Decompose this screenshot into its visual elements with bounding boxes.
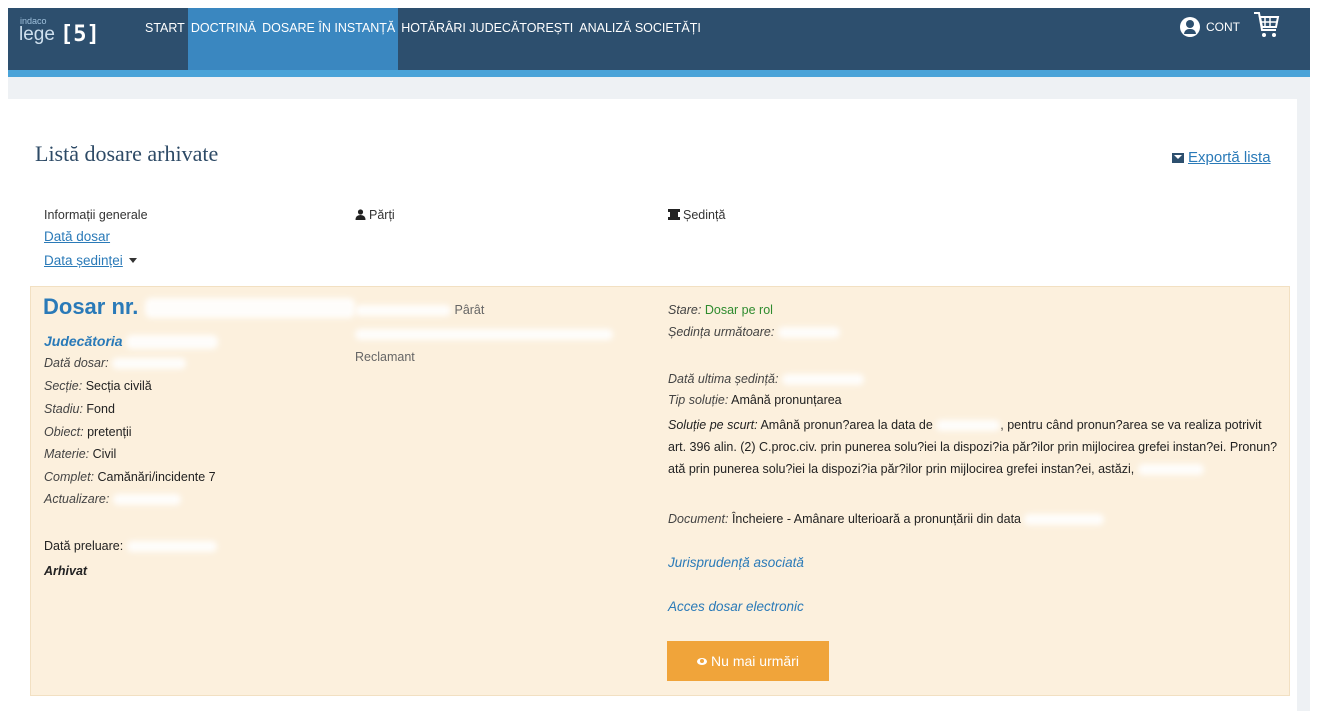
document-label: Document:	[668, 512, 729, 526]
redacted-party-name	[355, 329, 613, 341]
redacted-date	[1137, 464, 1204, 476]
logo-word: lege	[19, 24, 55, 45]
grey-side-band	[1297, 99, 1310, 711]
party-reclamant-name	[355, 327, 613, 341]
field-tip-solutie: Tip soluție: Amână pronunțarea	[668, 393, 842, 407]
logo-number: [5]	[60, 22, 100, 47]
column-parti: Părți	[355, 208, 395, 222]
acces-dosar-link[interactable]: Acces dosar electronic	[668, 599, 804, 614]
field-sedinta-urmatoare: Ședința următoare:	[668, 325, 840, 339]
court-icon	[668, 209, 680, 220]
field-materie: Materie: Civil	[44, 447, 116, 461]
court-prefix: Judecătoria	[44, 333, 123, 349]
redacted-date	[126, 541, 217, 553]
main-nav: START DOCTRINĂ DOSARE ÎN INSTANȚĂ HOTĂRÂ…	[142, 8, 704, 70]
nav-start[interactable]: START	[142, 8, 188, 70]
field-stadiu: Stadiu: Fond	[44, 402, 115, 416]
redacted-date	[112, 358, 187, 370]
redacted-dosar-number	[144, 298, 355, 319]
dosar-title-prefix: Dosar nr.	[43, 294, 139, 319]
unfollow-button[interactable]: Nu mai urmări	[667, 641, 829, 681]
party-parat: Pârât	[355, 303, 484, 317]
redacted-date	[112, 494, 181, 506]
field-sectie: Secție: Secția civilă	[44, 379, 152, 393]
solutie-paragraph: Soluție pe scurt: Amână pronun?area la d…	[668, 414, 1278, 480]
field-data-preluare: Dată preluare:	[44, 539, 217, 553]
field-actualizare: Actualizare:	[44, 492, 181, 506]
dosar-title[interactable]: Dosar nr.	[43, 294, 355, 320]
top-navbar: indaco lege [5] START DOCTRINĂ DOSARE ÎN…	[8, 8, 1310, 70]
party-parat-role: Pârât	[454, 303, 485, 317]
person-icon	[355, 209, 366, 220]
column-sedinta-label: Ședință	[683, 208, 726, 222]
party-reclamant-role: Reclamant	[355, 350, 415, 364]
sectie-label: Secție:	[44, 379, 83, 393]
obiect-value: pretenții	[87, 425, 132, 439]
redacted-date	[781, 374, 864, 386]
export-list-link[interactable]: Exportă lista	[1172, 149, 1271, 166]
email-icon	[1172, 152, 1184, 163]
page-title: Listă dosare arhivate	[35, 141, 219, 166]
data-dosar-label: Dată dosar:	[44, 356, 109, 370]
caret-down-icon	[128, 258, 137, 263]
urmatoare-label: Ședința următoare:	[668, 325, 775, 339]
grey-band	[8, 77, 1310, 99]
column-general: Informații generale	[44, 208, 148, 222]
redacted-date	[1024, 514, 1105, 526]
dosar-card	[30, 286, 1290, 696]
sectie-value: Secția civilă	[85, 379, 152, 393]
nav-hotarari[interactable]: HOTĂRÂRI JUDECĂTOREȘTI	[398, 8, 576, 70]
nav-doctrina[interactable]: DOCTRINĂ	[187, 8, 260, 70]
tip-value: Amână pronunțarea	[731, 393, 842, 407]
field-ultima-sedinta: Dată ultima ședință:	[668, 372, 864, 386]
sort-data-sedinta-link[interactable]: Data ședinței	[44, 253, 123, 268]
redacted-date	[936, 420, 1001, 432]
stare-value: Dosar pe rol	[704, 303, 773, 317]
account-label: CONT	[1206, 20, 1240, 34]
sort-data-sedinta-control[interactable]: Data ședinței	[44, 252, 137, 270]
user-icon	[1180, 17, 1200, 37]
materie-label: Materie:	[44, 447, 90, 461]
materie-value: Civil	[92, 447, 117, 461]
complet-label: Complet:	[44, 470, 95, 484]
status-badge: Arhivat	[44, 564, 88, 578]
redacted-party-name	[355, 305, 451, 317]
export-label: Exportă lista	[1188, 149, 1271, 166]
preluare-label: Dată preluare:	[44, 539, 124, 553]
unfollow-label: Nu mai urmări	[711, 653, 799, 669]
column-parti-label: Părți	[369, 208, 395, 222]
obiect-label: Obiect:	[44, 425, 84, 439]
complet-value: Camănări/incidente 7	[97, 470, 216, 484]
stare-label: Stare:	[668, 303, 702, 317]
jurisprudenta-link[interactable]: Jurisprudență asociată	[668, 555, 804, 570]
court-name[interactable]: Judecătoria	[44, 333, 219, 350]
field-data-dosar: Dată dosar:	[44, 356, 187, 370]
nav-dosare[interactable]: DOSARE ÎN INSTANȚĂ	[259, 8, 399, 70]
sort-data-dosar-link[interactable]: Dată dosar	[44, 229, 110, 244]
stadiu-label: Stadiu:	[44, 402, 83, 416]
field-document: Document: Încheiere - Amânare ulterioară…	[668, 512, 1105, 526]
stadiu-value: Fond	[86, 402, 115, 416]
solutie-part1: Amână pronun?area la data de	[760, 418, 933, 432]
document-value: Încheiere - Amânare ulterioară a pronunț…	[731, 512, 1021, 526]
nav-accent-stripe	[8, 70, 1310, 77]
tip-label: Tip soluție:	[668, 393, 729, 407]
actualizare-label: Actualizare:	[44, 492, 110, 506]
cart-icon[interactable]	[1252, 10, 1280, 40]
redacted-court	[126, 335, 219, 350]
field-complet: Complet: Camănări/incidente 7	[44, 470, 216, 484]
eye-icon	[697, 657, 708, 665]
solutie-label: Soluție pe scurt:	[668, 418, 758, 432]
column-sedinta: Ședință	[668, 208, 725, 222]
account-button[interactable]: CONT	[1180, 17, 1240, 37]
field-stare: Stare: Dosar pe rol	[668, 303, 773, 317]
redacted-date	[777, 327, 840, 339]
nav-analiza[interactable]: ANALIZĂ SOCIETĂȚI	[576, 8, 704, 70]
field-obiect: Obiect: pretenții	[44, 425, 132, 439]
ultima-label: Dată ultima ședință:	[668, 372, 779, 386]
